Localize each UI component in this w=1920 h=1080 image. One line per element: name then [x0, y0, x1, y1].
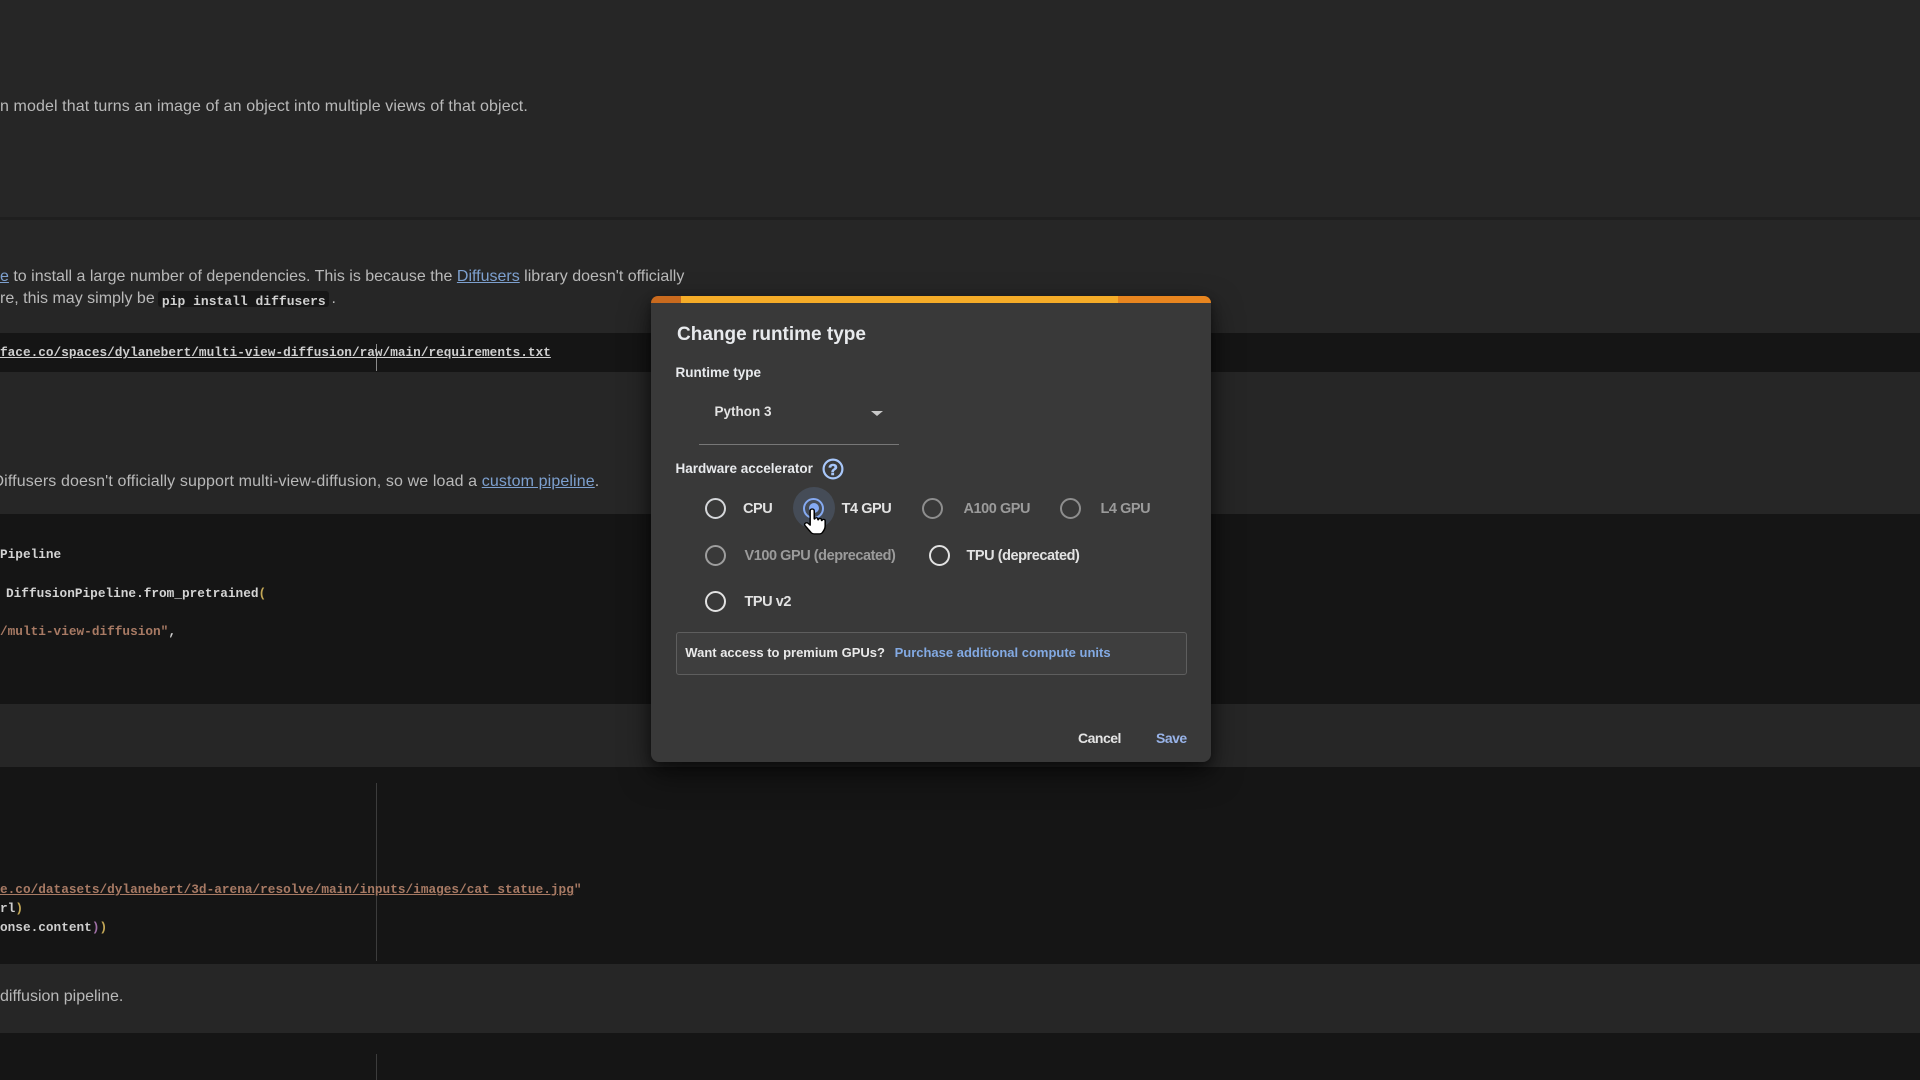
svg-text:?: ? [828, 462, 838, 479]
